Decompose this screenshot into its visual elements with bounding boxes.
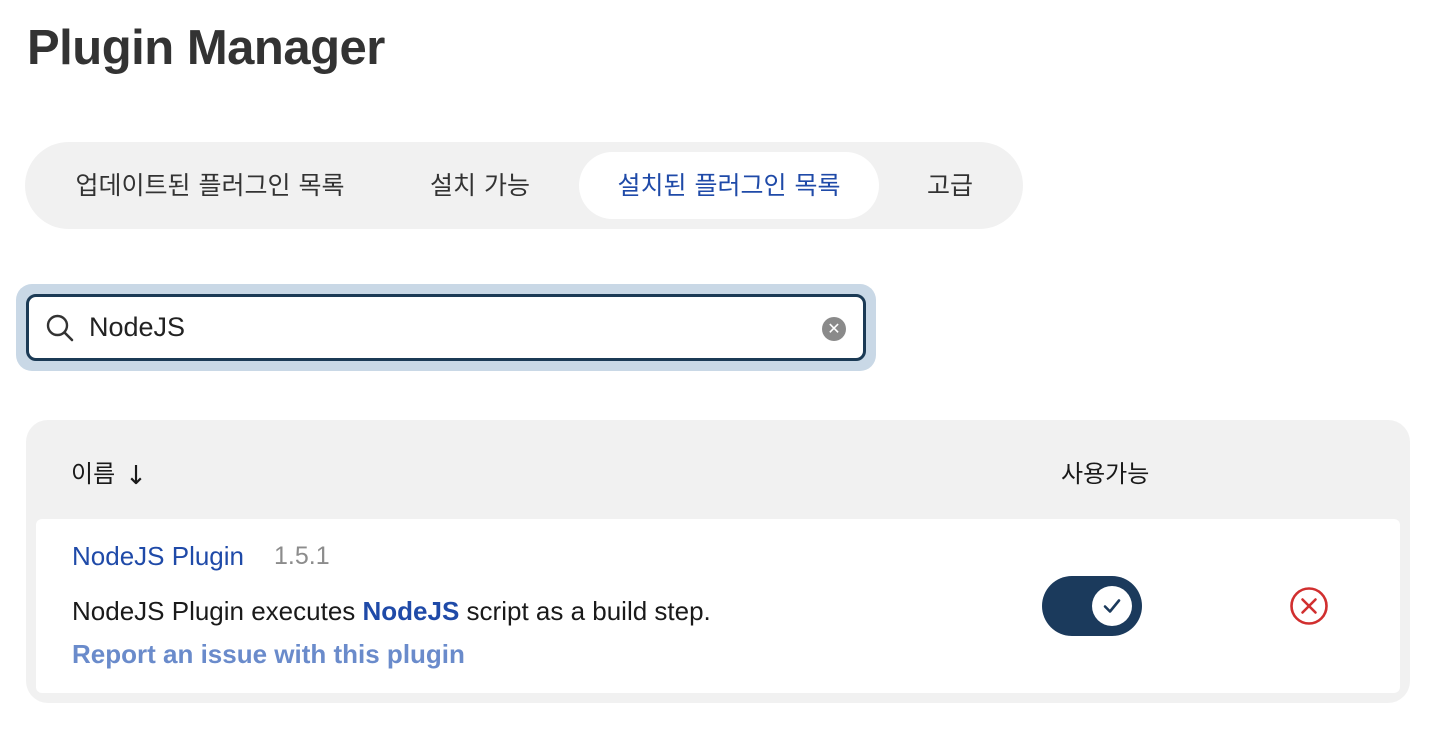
toggle-knob (1092, 586, 1132, 626)
enabled-toggle[interactable] (1042, 576, 1142, 636)
plugins-table: 이름 ↓ 사용가능 NodeJS Plugin 1.5.1 NodeJS Plug… (26, 420, 1410, 703)
tab-installed[interactable]: 설치된 플러그인 목록 (579, 152, 879, 219)
nodejs-link[interactable]: NodeJS (363, 596, 460, 626)
column-header-enabled: 사용가능 (1061, 460, 1150, 488)
search-box[interactable]: ✕ (26, 294, 866, 361)
uninstall-icon[interactable] (1289, 586, 1329, 626)
report-issue-link[interactable]: Report an issue with this plugin (72, 639, 465, 670)
search-input[interactable] (89, 307, 789, 348)
column-header-name-label: 이름 (71, 460, 116, 488)
plugin-name-link[interactable]: NodeJS Plugin (72, 541, 244, 572)
sort-down-icon: ↓ (125, 461, 147, 491)
tab-bar: 업데이트된 플러그인 목록 설치 가능 설치된 플러그인 목록 고급 (25, 142, 1023, 229)
plugin-description-text: NodeJS Plugin executes (72, 596, 363, 626)
tab-updates[interactable]: 업데이트된 플러그인 목록 (50, 152, 370, 219)
column-header-name[interactable]: 이름 ↓ (71, 454, 147, 491)
check-icon (1103, 599, 1121, 613)
clear-icon[interactable]: ✕ (822, 317, 846, 341)
search-icon (46, 314, 74, 342)
plugin-description: NodeJS Plugin executes NodeJS script as … (72, 596, 711, 627)
plugin-version: 1.5.1 (274, 542, 330, 570)
page-title: Plugin Manager (27, 21, 385, 75)
tab-available[interactable]: 설치 가능 (400, 152, 560, 219)
tab-advanced[interactable]: 고급 (910, 152, 990, 219)
search-focus-ring: ✕ (16, 284, 876, 371)
plugin-description-text-end: script as a build step. (459, 596, 711, 626)
table-row: NodeJS Plugin 1.5.1 NodeJS Plugin execut… (36, 519, 1400, 693)
